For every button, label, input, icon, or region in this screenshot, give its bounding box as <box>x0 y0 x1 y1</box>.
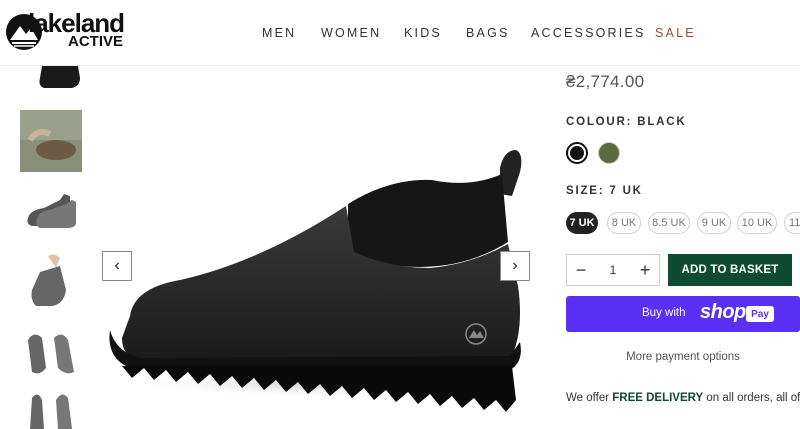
size-9uk[interactable]: 9 UK <box>697 212 731 234</box>
boot-image <box>109 150 522 412</box>
quantity-value[interactable]: 1 <box>595 255 631 285</box>
more-payment-options-link[interactable]: More payment options <box>566 351 800 363</box>
swatch-black[interactable] <box>566 142 588 164</box>
delivery-note: We offer FREE DELIVERY on all orders, al… <box>566 392 800 404</box>
pay-badge: Pay <box>746 306 774 322</box>
thumbnail-3[interactable] <box>20 180 82 242</box>
delivery-pre: We offer <box>566 392 613 404</box>
quantity-stepper: − 1 + <box>566 254 660 286</box>
next-image-button[interactable]: › <box>500 251 530 281</box>
nav-men[interactable]: MEN <box>262 25 296 41</box>
thumbnail-1[interactable] <box>20 66 82 92</box>
nav-accessories[interactable]: ACCESSORIES <box>531 25 646 41</box>
nav-women[interactable]: WOMEN <box>321 25 381 41</box>
thumbnail-5[interactable] <box>20 322 82 384</box>
thumbnail-2[interactable] <box>20 110 82 172</box>
nav-sale[interactable]: SALE <box>655 25 696 41</box>
add-to-basket-button[interactable]: ADD TO BASKET <box>668 254 792 286</box>
thumbnail-4[interactable] <box>20 250 82 312</box>
colour-label: COLOUR: BLACK <box>566 116 687 128</box>
prev-image-button[interactable]: ‹ <box>102 251 132 281</box>
site-header: lakeland ACTIVE MEN WOMEN KIDS BAGS ACCE… <box>0 0 800 66</box>
size-label: SIZE: 7 UK <box>566 185 643 197</box>
shop-logo: shop <box>700 301 746 323</box>
main-product-image: ‹ › <box>100 66 535 429</box>
product-price: ₴2,774.00 <box>566 72 645 91</box>
plus-icon[interactable]: + <box>631 255 659 285</box>
size-7uk[interactable]: 7 UK <box>566 212 598 234</box>
size-8uk[interactable]: 8 UK <box>607 212 641 234</box>
chevron-left-icon: ‹ <box>114 257 120 274</box>
shop-pay-button[interactable]: Buy with shop Pay <box>566 296 800 332</box>
size-8-5uk[interactable]: 8.5 UK <box>648 212 690 234</box>
size-10uk[interactable]: 10 UK <box>737 212 777 234</box>
delivery-post: on all orders, all of the t <box>706 392 800 404</box>
shop-pay-prefix: Buy with <box>642 307 686 319</box>
size-11uk[interactable]: 11 <box>784 212 800 234</box>
minus-icon[interactable]: − <box>567 255 595 285</box>
nav-kids[interactable]: KIDS <box>404 25 442 41</box>
delivery-highlight: FREE DELIVERY <box>612 392 704 404</box>
main-nav: MEN WOMEN KIDS BAGS ACCESSORIES SALE <box>0 25 800 41</box>
thumbnail-6[interactable] <box>20 392 82 429</box>
chevron-right-icon: › <box>512 257 518 274</box>
swatch-olive[interactable] <box>598 142 620 164</box>
nav-bags[interactable]: BAGS <box>466 25 510 41</box>
